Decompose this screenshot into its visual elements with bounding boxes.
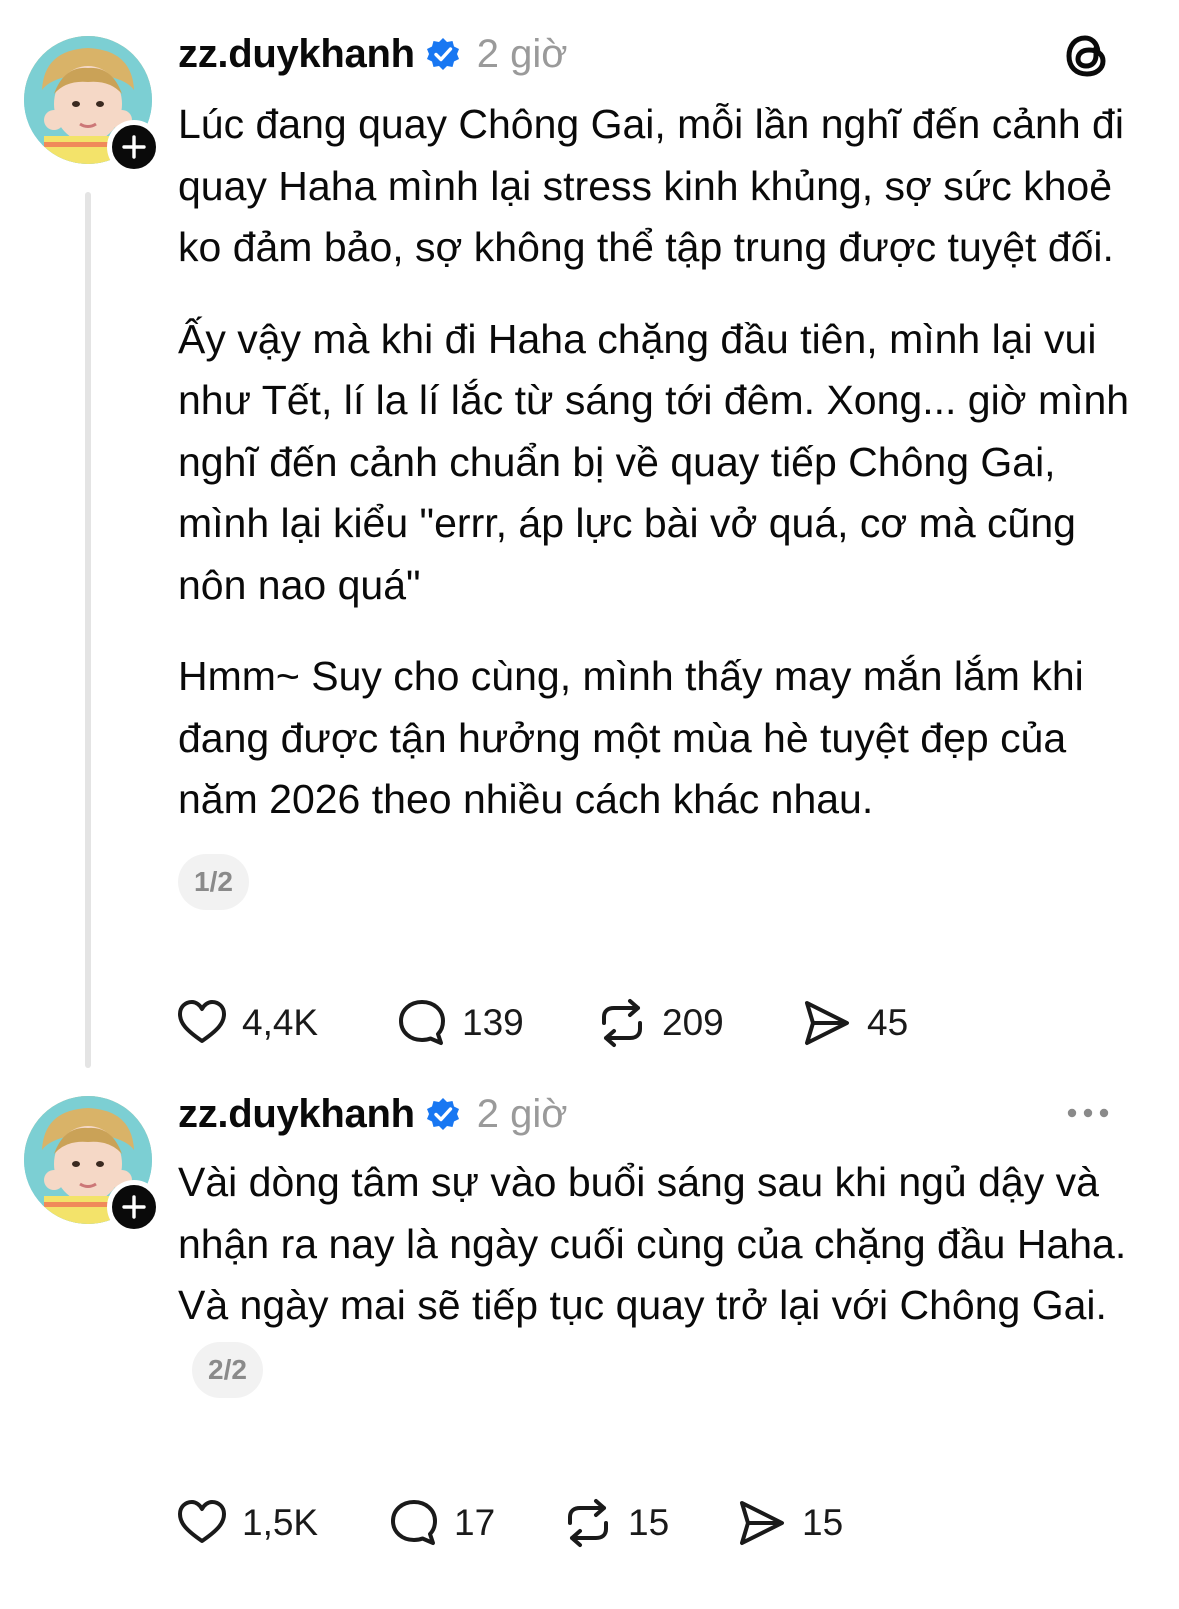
share-count: 45 — [867, 1002, 909, 1043]
post-paragraph: Vài dòng tâm sự vào buổi sáng sau khi ng… — [178, 1159, 1127, 1267]
thread-connector-line — [85, 192, 91, 1068]
verified-badge-icon — [426, 1098, 459, 1130]
comment-button[interactable]: 139 — [396, 997, 596, 1049]
thread-page-indicator: 2/2 — [192, 1341, 263, 1398]
post-header: zz.duykhanh 2 giờ — [178, 1086, 567, 1142]
username[interactable]: zz.duykhanh — [178, 32, 415, 77]
thread-post-1: zz.duykhanh 2 giờ Lúc đang quay Chông Ga… — [0, 0, 1179, 1080]
repost-count: 209 — [662, 1002, 724, 1043]
repost-button[interactable]: 15 — [562, 1497, 736, 1549]
plus-icon — [122, 1195, 146, 1219]
send-icon — [740, 1501, 784, 1545]
thread-page-indicator: 1/2 — [178, 853, 249, 910]
post-paragraph: Lúc đang quay Chông Gai, mỗi lần nghĩ đế… — [178, 101, 1124, 270]
post-header: zz.duykhanh 2 giờ — [178, 26, 567, 82]
post-paragraph: Hmm~ Suy cho cùng, mình thấy may mắn lắm… — [178, 653, 1084, 822]
repost-button[interactable]: 209 — [596, 997, 801, 1049]
threads-logo-icon[interactable] — [1061, 30, 1113, 82]
post-body: Lúc đang quay Chông Gai, mỗi lần nghĩ đế… — [178, 94, 1138, 910]
comment-count: 17 — [454, 1502, 496, 1543]
verified-badge-icon — [426, 38, 459, 70]
like-button[interactable]: 4,4K — [176, 997, 396, 1049]
heart-icon — [178, 1000, 226, 1043]
share-button[interactable]: 15 — [736, 1497, 876, 1549]
send-icon — [805, 1001, 849, 1045]
post-time: 2 giờ — [476, 1091, 568, 1136]
heart-icon — [178, 1500, 226, 1543]
share-button[interactable]: 45 — [801, 997, 961, 1049]
comment-button[interactable]: 17 — [388, 1497, 562, 1549]
like-button[interactable]: 1,5K — [176, 1497, 388, 1549]
thread-post-2: zz.duykhanh 2 giờ Vài dòng tâm sự vào bu… — [0, 1080, 1179, 1609]
action-bar: 1,5K 17 15 15 — [176, 1495, 876, 1551]
comment-bubble-icon — [399, 1000, 445, 1045]
repost-icon — [602, 999, 642, 1047]
share-count: 15 — [802, 1502, 844, 1543]
comment-bubble-icon — [391, 1500, 437, 1545]
post-time: 2 giờ — [476, 31, 568, 76]
like-count: 4,4K — [242, 1002, 319, 1043]
post-paragraph-text: Và ngày mai sẽ tiếp tục quay trở lại với… — [178, 1282, 1107, 1328]
action-bar: 4,4K 139 209 45 — [176, 995, 961, 1051]
post-paragraph: Và ngày mai sẽ tiếp tục quay trở lại với… — [178, 1275, 1138, 1398]
username[interactable]: zz.duykhanh — [178, 1092, 415, 1137]
comment-count: 139 — [462, 1002, 524, 1043]
post-paragraph: Ấy vậy mà khi đi Haha chặng đầu tiên, mì… — [178, 315, 1130, 608]
follow-button[interactable] — [107, 120, 161, 174]
repost-icon — [568, 1499, 608, 1547]
post-body: Vài dòng tâm sự vào buổi sáng sau khi ng… — [178, 1152, 1138, 1398]
like-count: 1,5K — [242, 1502, 319, 1543]
plus-icon — [122, 135, 146, 159]
more-dots-icon[interactable] — [1065, 1100, 1111, 1126]
follow-button[interactable] — [107, 1180, 161, 1234]
repost-count: 15 — [628, 1502, 670, 1543]
